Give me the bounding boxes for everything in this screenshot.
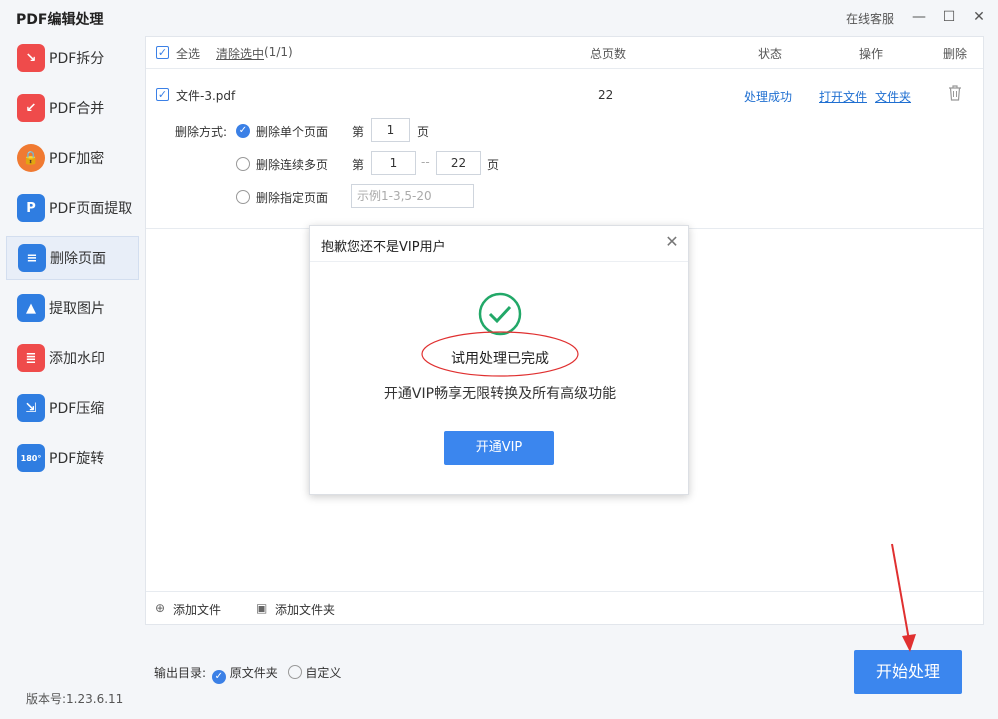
file-pages: 22 [598, 88, 614, 102]
trash-icon[interactable] [948, 85, 962, 101]
image-extract-icon: ▲ [17, 294, 45, 322]
single-page-input[interactable]: 1 [371, 118, 410, 142]
table-header: ✓ 全选 清除选中 (1/1) 总页数 状态 操作 删除 [146, 37, 983, 69]
sidebar-item-label: PDF合并 [49, 101, 105, 117]
vip-dialog: 抱歉您还不是VIP用户 ✕ 试用处理已完成 开通VIP畅享无限转换及所有高级功能… [309, 225, 689, 495]
add-file-icon[interactable]: ⊕ [155, 601, 165, 615]
close-icon[interactable]: ✕ [664, 234, 680, 250]
minimize-icon[interactable]: — [910, 8, 928, 26]
sidebar-item-delete-page[interactable]: ≡ 删除页面 [6, 236, 139, 280]
sidebar-item-label: PDF页面提取 [49, 201, 133, 217]
close-icon[interactable]: ✕ [970, 8, 988, 26]
range-from-input[interactable]: 1 [371, 151, 416, 175]
dialog-title: 抱歉您还不是VIP用户 [310, 226, 688, 262]
clear-selection-link[interactable]: 清除选中 [216, 45, 264, 62]
sidebar-item-label: 提取图片 [49, 301, 105, 317]
title-bar: PDF编辑处理 在线客服 — ☐ ✕ [0, 0, 998, 36]
sidebar-item-label: 删除页面 [50, 251, 106, 267]
selection-count: (1/1) [264, 45, 293, 59]
delete-specific-label[interactable]: 删除指定页面 [256, 189, 328, 206]
delete-single-radio[interactable]: ✓ [236, 124, 250, 138]
split-icon: ↘ [17, 44, 45, 72]
sidebar: ↘ PDF拆分 ↙ PDF合并 🔒 PDF加密 P PDF页面提取 ≡ 删除页面… [0, 36, 145, 719]
merge-icon: ↙ [17, 94, 45, 122]
range-page-suffix: 页 [487, 158, 500, 172]
column-header-status: 状态 [758, 47, 783, 61]
file-status: 处理成功 [744, 90, 793, 104]
original-folder-label[interactable]: 原文件夹 [230, 666, 278, 680]
sidebar-item-label: PDF压缩 [49, 401, 105, 417]
add-folder-button[interactable]: 添加文件夹 [275, 601, 335, 618]
delete-page-icon: ≡ [18, 244, 46, 272]
annotation-arrow [891, 543, 916, 652]
rotate-icon: 180° [17, 444, 45, 472]
file-footer-bar: ⊕ 添加文件 ▣ 添加文件夹 [146, 591, 983, 624]
add-file-button[interactable]: 添加文件 [173, 601, 221, 618]
start-processing-button[interactable]: 开始处理 [854, 650, 962, 694]
sidebar-item-add-watermark[interactable]: ≣ 添加水印 [6, 336, 139, 380]
sidebar-item-pdf-encrypt[interactable]: 🔒 PDF加密 [6, 136, 139, 180]
open-vip-button[interactable]: 开通VIP [444, 431, 554, 465]
sidebar-item-pdf-rotate[interactable]: 180° PDF旋转 [6, 436, 139, 480]
range-to-input[interactable]: 22 [436, 151, 481, 175]
delete-mode-label: 删除方式: [175, 125, 228, 139]
delete-single-label[interactable]: 删除单个页面 [256, 123, 328, 140]
sidebar-item-label: 添加水印 [49, 351, 105, 367]
app-title: PDF编辑处理 [16, 12, 104, 28]
page-prefix: 第 [352, 125, 365, 139]
extract-page-icon: P [17, 194, 45, 222]
sidebar-item-pdf-merge[interactable]: ↙ PDF合并 [6, 86, 139, 130]
sidebar-item-extract-image[interactable]: ▲ 提取图片 [6, 286, 139, 330]
range-page-prefix: 第 [352, 158, 365, 172]
sidebar-item-pdf-compress[interactable]: ⇲ PDF压缩 [6, 386, 139, 430]
maximize-icon[interactable]: ☐ [940, 8, 958, 26]
column-header-delete: 删除 [943, 47, 968, 61]
range-separator: -- [421, 155, 430, 169]
vip-message: 开通VIP畅享无限转换及所有高级功能 [383, 386, 617, 402]
sidebar-item-label: PDF旋转 [49, 451, 105, 467]
column-header-action: 操作 [859, 47, 884, 61]
column-header-pages: 总页数 [590, 47, 627, 61]
sidebar-item-label: PDF加密 [49, 151, 105, 167]
custom-folder-label[interactable]: 自定义 [305, 666, 341, 680]
sidebar-item-pdf-split[interactable]: ↘ PDF拆分 [6, 36, 139, 80]
output-directory: 输出目录: ✓ 原文件夹 自定义 [154, 664, 341, 684]
file-checkbox[interactable]: ✓ [156, 88, 169, 101]
file-name: 文件-3.pdf [176, 89, 236, 103]
open-file-link[interactable]: 打开文件 [819, 88, 867, 105]
original-folder-radio[interactable]: ✓ [211, 670, 226, 684]
output-label: 输出目录: [154, 666, 207, 680]
page-suffix: 页 [417, 125, 430, 139]
sidebar-item-label: PDF拆分 [49, 51, 105, 67]
add-folder-icon[interactable]: ▣ [256, 601, 267, 615]
compress-icon: ⇲ [17, 394, 45, 422]
delete-range-label[interactable]: 删除连续多页 [256, 156, 328, 173]
specific-pages-input[interactable]: 示例1-3,5-20 [351, 184, 474, 208]
open-folder-link[interactable]: 文件夹 [875, 88, 911, 105]
custom-folder-radio[interactable] [287, 665, 302, 679]
select-all-checkbox[interactable]: ✓ [156, 46, 169, 59]
delete-range-radio[interactable] [236, 157, 250, 171]
delete-specific-radio[interactable] [236, 190, 250, 204]
lock-icon: 🔒 [17, 144, 45, 172]
version-label: 版本号:1.23.6.11 [26, 692, 124, 706]
trial-done-text: 试用处理已完成 [451, 351, 549, 367]
select-all-label[interactable]: 全选 [176, 45, 200, 62]
online-service-link[interactable]: 在线客服 [846, 10, 894, 27]
sidebar-item-pdf-page-extract[interactable]: P PDF页面提取 [6, 186, 139, 230]
watermark-icon: ≣ [17, 344, 45, 372]
